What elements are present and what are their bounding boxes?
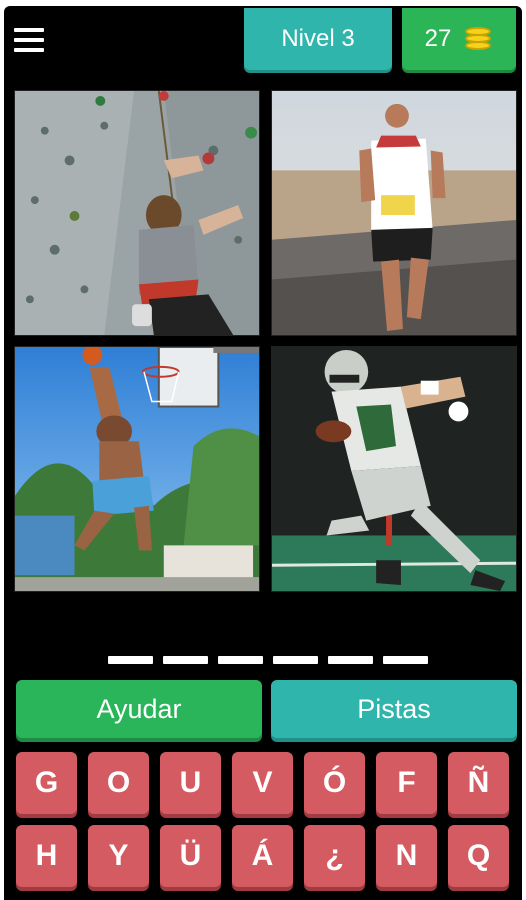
level-label: Nivel 3 [281, 25, 355, 52]
letter-keyboard: G O U V Ó F Ñ H Y Ü Á ¿ N Q [16, 752, 514, 898]
help-button[interactable]: Ayudar [16, 680, 262, 738]
letter-key[interactable]: N [376, 825, 437, 887]
letter-key[interactable]: Q [448, 825, 509, 887]
game-screen: Nivel 3 27 Ayudar Pistas G O U V Ó F Ñ H… [4, 6, 522, 900]
letter-key[interactable]: Á [232, 825, 293, 887]
keyboard-row: H Y Ü Á ¿ N Q [16, 825, 514, 887]
letter-key[interactable]: V [232, 752, 293, 814]
coin-stack-icon [463, 26, 493, 52]
photo-american-football[interactable] [271, 346, 517, 592]
letter-key[interactable]: O [88, 752, 149, 814]
photo-rock-climbing[interactable] [14, 90, 260, 336]
help-button-label: Ayudar [96, 693, 182, 724]
level-indicator: Nivel 3 [244, 8, 392, 70]
answer-slot[interactable] [328, 656, 373, 664]
answer-slots [108, 656, 428, 664]
letter-key[interactable]: H [16, 825, 77, 887]
coins-counter[interactable]: 27 [402, 8, 516, 70]
answer-slot[interactable] [383, 656, 428, 664]
photo-runner[interactable] [271, 90, 517, 336]
coins-count: 27 [424, 25, 452, 52]
letter-key[interactable]: G [16, 752, 77, 814]
photo-basketball[interactable] [14, 346, 260, 592]
hints-button-label: Pistas [357, 693, 431, 724]
answer-slot[interactable] [108, 656, 153, 664]
hamburger-menu-icon[interactable] [14, 26, 48, 54]
letter-key[interactable]: Ñ [448, 752, 509, 814]
letter-key[interactable]: Y [88, 825, 149, 887]
answer-slot[interactable] [163, 656, 208, 664]
letter-key[interactable]: F [376, 752, 437, 814]
letter-key[interactable]: ¿ [304, 825, 365, 887]
hints-button[interactable]: Pistas [271, 680, 517, 738]
letter-key[interactable]: U [160, 752, 221, 814]
answer-slot[interactable] [273, 656, 318, 664]
letter-key[interactable]: Ó [304, 752, 365, 814]
keyboard-row: G O U V Ó F Ñ [16, 752, 514, 814]
letter-key[interactable]: Ü [160, 825, 221, 887]
answer-slot[interactable] [218, 656, 263, 664]
